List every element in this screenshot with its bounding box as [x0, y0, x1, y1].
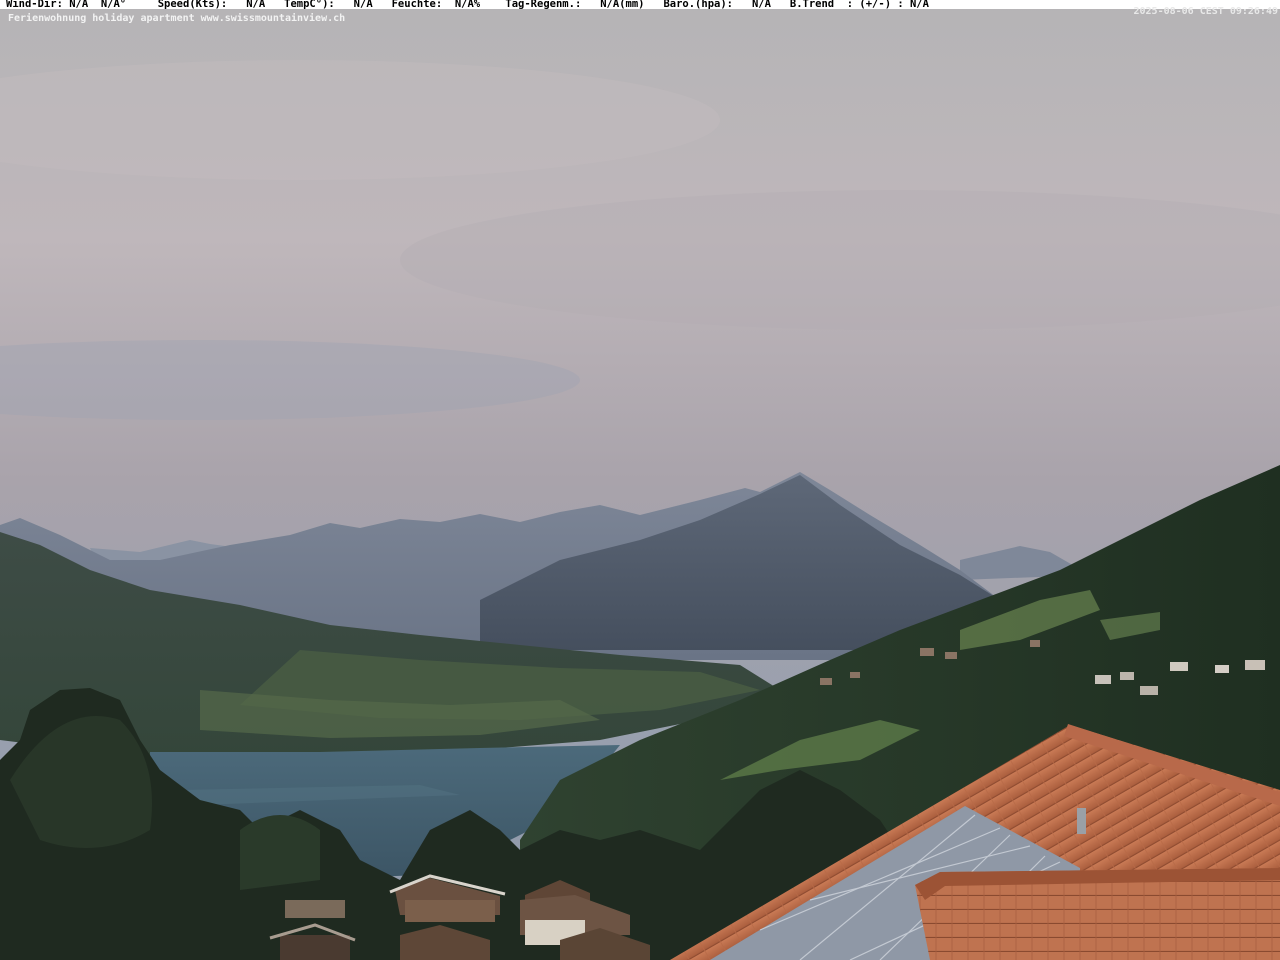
webcam-image [0, 0, 1280, 960]
weather-readout: Wind-Dir: N/A N/A° Speed(Kts): N/A TempC… [6, 0, 929, 10]
timestamp: 2025-08-06 CEST 09:26:49 [1133, 6, 1279, 17]
site-caption: Ferienwohnung holiday apartment www.swis… [8, 13, 346, 24]
